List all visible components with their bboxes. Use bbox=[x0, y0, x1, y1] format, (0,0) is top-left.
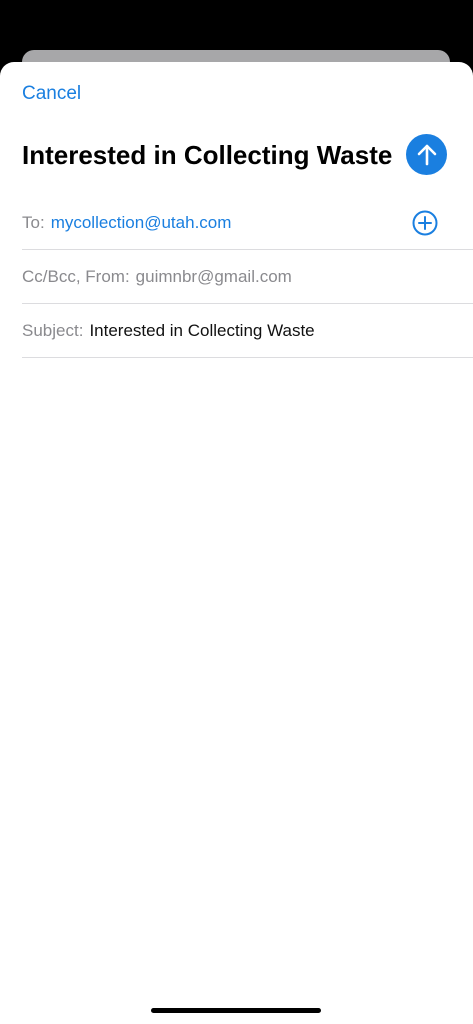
subject-field-row[interactable]: Subject: Interested in Collecting Waste bbox=[22, 304, 473, 358]
compose-title: Interested in Collecting Waste bbox=[22, 140, 393, 170]
arrow-up-icon bbox=[417, 144, 436, 165]
subject-label: Subject: bbox=[22, 320, 84, 340]
from-address[interactable]: guimnbr@gmail.com bbox=[136, 266, 292, 288]
to-label: To: bbox=[22, 212, 45, 232]
compose-sheet: Cancel Interested in Collecting Waste To… bbox=[0, 62, 473, 1024]
cc-bcc-from-row[interactable]: Cc/Bcc, From: guimnbr@gmail.com bbox=[22, 250, 473, 304]
screen: Cancel Interested in Collecting Waste To… bbox=[0, 0, 473, 1024]
send-button[interactable] bbox=[406, 134, 447, 175]
to-recipient[interactable]: mycollection@utah.com bbox=[51, 212, 232, 234]
cancel-button[interactable]: Cancel bbox=[22, 82, 81, 106]
cc-bcc-from-label: Cc/Bcc, From: bbox=[22, 266, 130, 286]
subject-value[interactable]: Interested in Collecting Waste bbox=[89, 320, 314, 342]
plus-circle-icon bbox=[412, 210, 438, 236]
home-indicator[interactable] bbox=[151, 1008, 321, 1013]
to-field-row[interactable]: To: mycollection@utah.com bbox=[22, 196, 473, 250]
message-body[interactable] bbox=[22, 362, 450, 982]
add-recipient-button[interactable] bbox=[412, 210, 438, 236]
